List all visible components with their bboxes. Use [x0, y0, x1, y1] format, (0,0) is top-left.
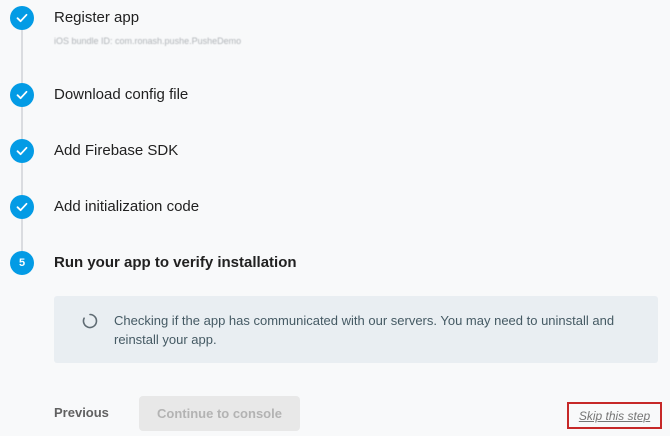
step-connector — [21, 163, 23, 195]
check-icon — [15, 200, 29, 214]
previous-button[interactable]: Previous — [54, 403, 109, 423]
step-5-number-indicator: 5 — [10, 251, 34, 275]
skip-this-step-label: Skip this step — [578, 408, 651, 423]
step-2-title: Download config file — [54, 86, 189, 103]
step-5-number: 5 — [18, 256, 26, 269]
step-1-complete-indicator — [10, 6, 34, 30]
step-5-title: Run your app to verify installation — [54, 254, 297, 271]
step-4-title: Add initialization code — [54, 198, 200, 215]
step-1-subtitle: iOS bundle ID: com.ronash.pushe.PusheDem… — [54, 36, 242, 46]
step-4-complete-indicator — [10, 195, 34, 219]
step-3-title: Add Firebase SDK — [54, 142, 179, 159]
verification-status-message: Checking if the app has communicated wit… — [114, 313, 615, 347]
setup-wizard: Register app iOS bundle ID: com.ronash.p… — [0, 0, 670, 436]
step-2-complete-indicator — [10, 83, 34, 107]
step-connector — [21, 107, 23, 139]
check-icon — [15, 11, 29, 25]
verification-status-panel: Checking if the app has communicated wit… — [54, 296, 658, 363]
step-3-complete-indicator — [10, 139, 34, 163]
step-1-title: Register app — [54, 9, 140, 26]
check-icon — [15, 144, 29, 158]
skip-this-step-link[interactable]: Skip this step — [567, 402, 662, 429]
continue-to-console-button[interactable]: Continue to console — [139, 396, 300, 431]
check-icon — [15, 88, 29, 102]
step-connector — [21, 219, 23, 251]
spinner-icon — [82, 313, 98, 329]
step-connector — [21, 30, 23, 83]
